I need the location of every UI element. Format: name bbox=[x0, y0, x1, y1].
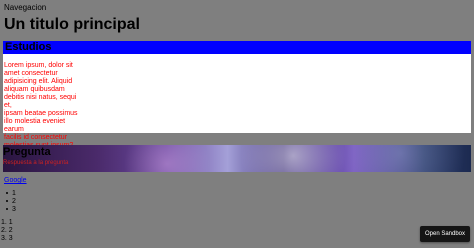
ordered-list: 1. 1 2. 2 3. 3 bbox=[1, 219, 13, 243]
google-link[interactable]: Google bbox=[4, 177, 27, 184]
question-section: Pregunta Respuesta a la pregunta bbox=[3, 145, 471, 172]
studies-heading: Estudios bbox=[3, 41, 471, 54]
unordered-list: 1 2 3 bbox=[4, 190, 16, 214]
bullet-icon bbox=[6, 200, 8, 202]
nav-label: Navegacion bbox=[4, 3, 47, 12]
studies-body: Lorem ipsum, dolor sit amet consectetur … bbox=[3, 54, 471, 157]
studies-section: Estudios Lorem ipsum, dolor sit amet con… bbox=[3, 41, 471, 157]
open-sandbox-button[interactable]: Open Sandbox bbox=[420, 226, 470, 242]
list-item: 3 bbox=[4, 206, 16, 214]
answer-text: Respuesta a la pregunta bbox=[3, 160, 69, 166]
list-item: 3. 3 bbox=[1, 235, 13, 242]
bullet-icon bbox=[6, 192, 8, 194]
bullet-icon bbox=[6, 208, 8, 210]
page-title: Un titulo principal bbox=[4, 16, 140, 33]
studies-text: Lorem ipsum, dolor sit amet consectetur … bbox=[4, 62, 78, 157]
list-item: 2. 2 bbox=[1, 227, 13, 234]
list-item: 1 bbox=[4, 190, 16, 198]
question-heading: Pregunta bbox=[3, 146, 51, 158]
list-item: 2 bbox=[4, 198, 16, 206]
list-item: 1. 1 bbox=[1, 219, 13, 226]
